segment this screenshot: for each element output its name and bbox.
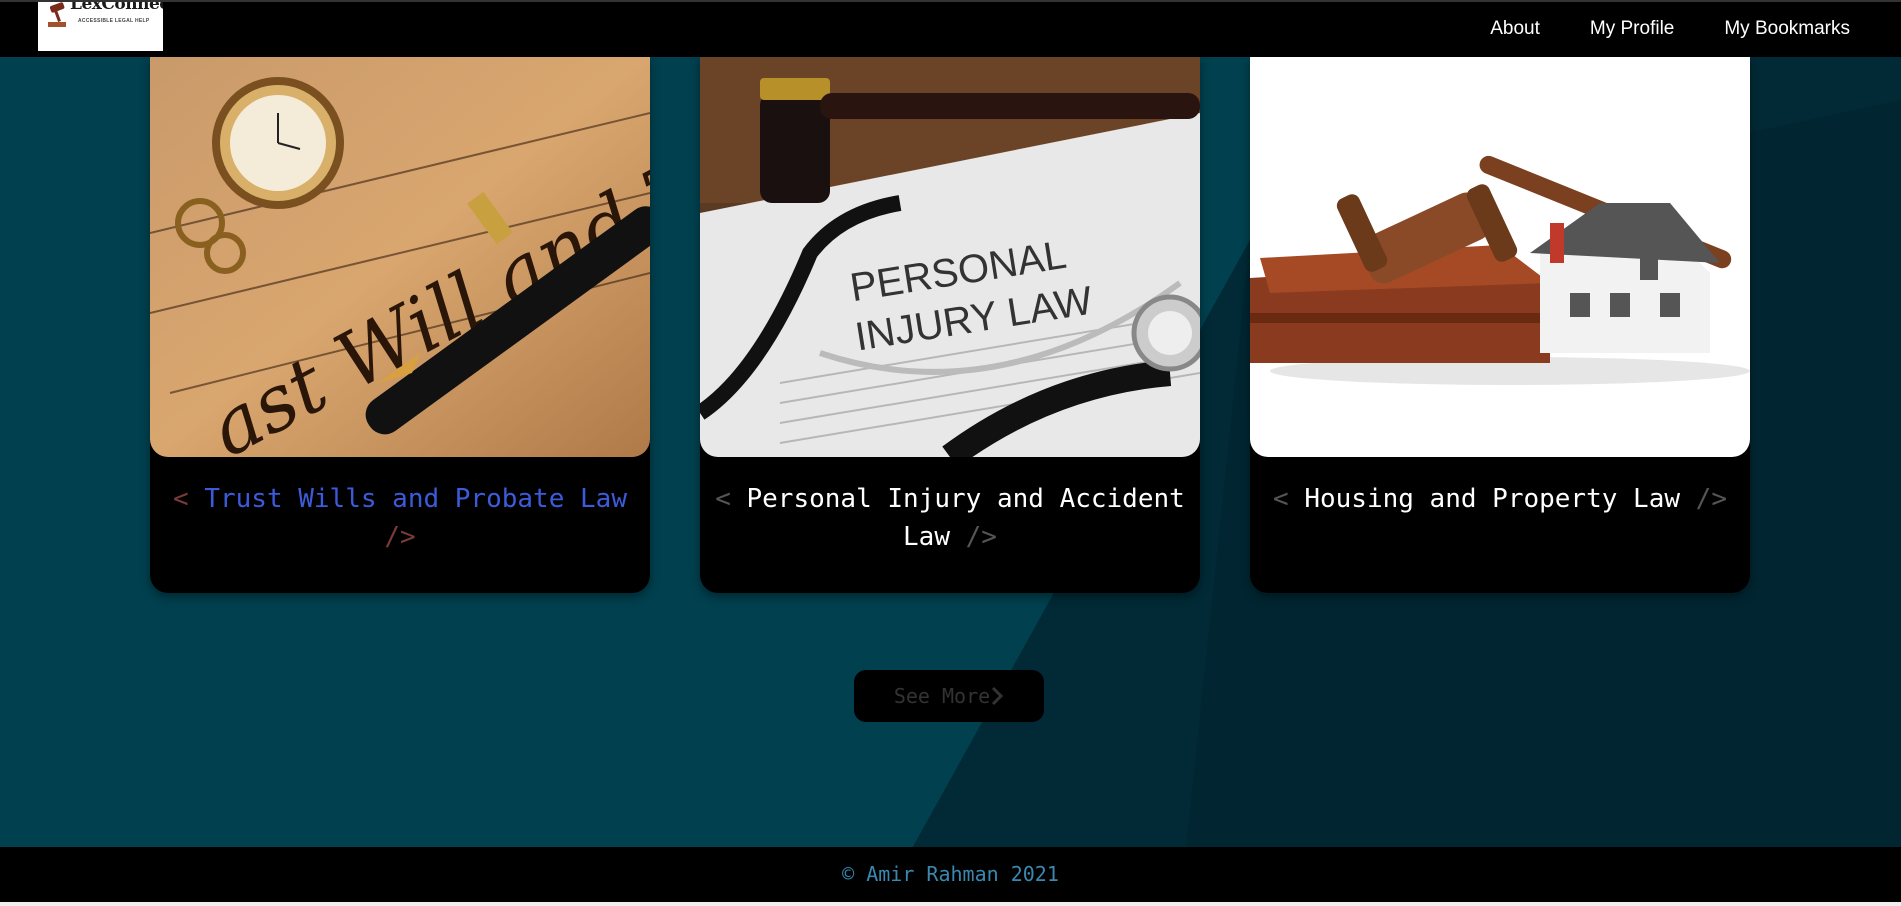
nav-my-profile[interactable]: My Profile bbox=[1590, 18, 1674, 40]
card-title-text: Housing and Property Law bbox=[1304, 484, 1681, 514]
bottom-divider bbox=[0, 902, 1901, 906]
category-card-housing-property[interactable]: < Housing and Property Law /> bbox=[1250, 57, 1750, 593]
card-title[interactable]: < Housing and Property Law /> bbox=[1250, 480, 1750, 518]
brand-tagline: ACCESSIBLE LEGAL HELP bbox=[78, 18, 150, 24]
chevron-right-icon bbox=[992, 686, 1004, 706]
nav-menu: About My Profile My Bookmarks bbox=[1490, 18, 1850, 40]
footer-copyright: © Amir Rahman 2021 bbox=[842, 862, 1059, 886]
card-title-text-line1: Personal Injury and Accident bbox=[746, 484, 1185, 514]
nav-my-bookmarks[interactable]: My Bookmarks bbox=[1724, 18, 1850, 40]
card-title[interactable]: < Trust Wills and Probate Law /> bbox=[150, 480, 650, 556]
logo[interactable]: LexConnect ACCESSIBLE LEGAL HELP bbox=[38, 2, 163, 51]
will-testament-pen-image: ast Will and Testam bbox=[150, 57, 650, 457]
brand-name: LexConnect bbox=[70, 2, 163, 14]
card-title-text-line2: Law bbox=[903, 522, 950, 552]
card-title-text: Trust Wills and Probate Law bbox=[204, 484, 627, 514]
category-card-personal-injury[interactable]: PERSONAL INJURY LAW < Personal Injury an… bbox=[700, 57, 1200, 593]
open-bracket: < bbox=[173, 484, 189, 514]
open-bracket: < bbox=[715, 484, 731, 514]
close-bracket: /> bbox=[965, 522, 997, 552]
open-bracket: < bbox=[1273, 484, 1289, 514]
category-card-trust-wills[interactable]: ast Will and Testam < Trust Wills and Pr… bbox=[150, 57, 650, 593]
see-more-button[interactable]: See More bbox=[854, 670, 1044, 722]
personal-injury-stethoscope-image: PERSONAL INJURY LAW bbox=[700, 57, 1200, 457]
close-bracket: /> bbox=[384, 522, 416, 552]
nav-about[interactable]: About bbox=[1490, 18, 1540, 40]
footer: © Amir Rahman 2021 bbox=[0, 847, 1901, 902]
top-navbar: LexConnect ACCESSIBLE LEGAL HELP About M… bbox=[0, 0, 1901, 57]
gavel-house-image bbox=[1250, 57, 1750, 457]
close-bracket: /> bbox=[1695, 484, 1727, 514]
card-title[interactable]: < Personal Injury and Accident Law /> bbox=[700, 480, 1200, 556]
see-more-label: See More bbox=[893, 684, 991, 708]
